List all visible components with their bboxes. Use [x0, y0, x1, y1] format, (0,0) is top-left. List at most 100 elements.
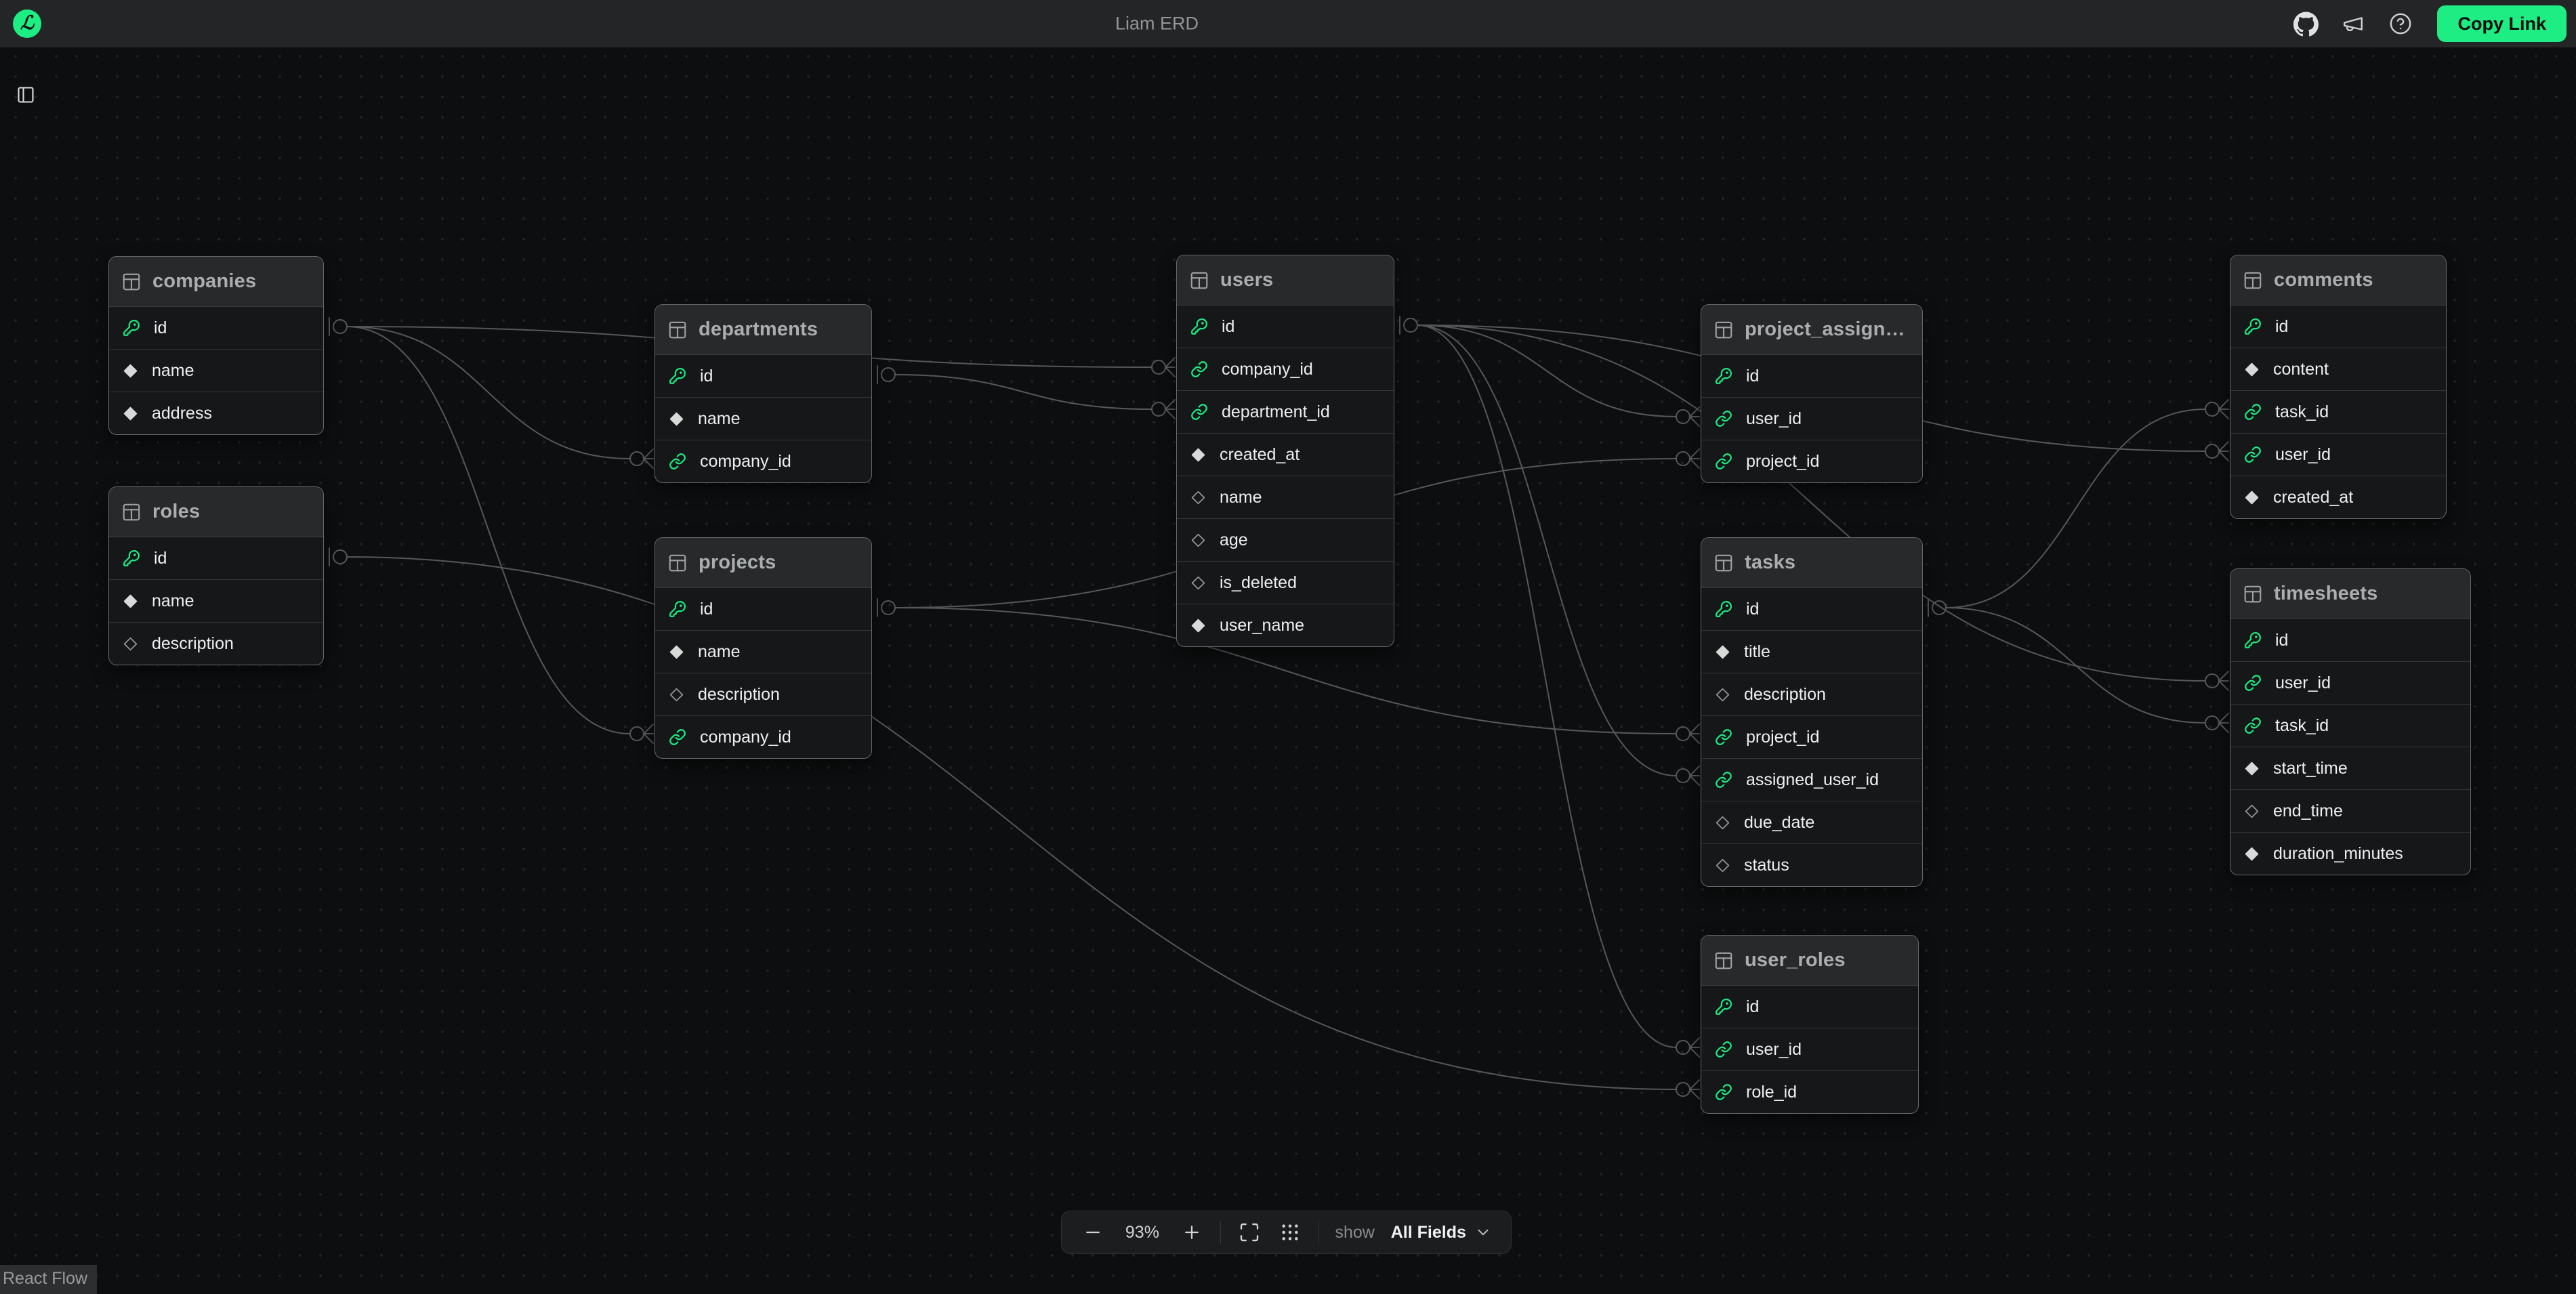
table-header[interactable]: users: [1177, 255, 1394, 306]
field-row-user_roles-user_id[interactable]: user_id: [1701, 1028, 1918, 1070]
field-row-companies-name[interactable]: name: [109, 349, 323, 392]
field-name: created_at: [2273, 488, 2353, 507]
not-null-icon: [123, 406, 138, 421]
field-row-projects-description[interactable]: description: [655, 673, 871, 715]
field-row-users-user_name[interactable]: user_name: [1177, 604, 1394, 646]
nullable-icon: [1190, 533, 1206, 548]
field-row-projects-name[interactable]: name: [655, 630, 871, 673]
table-node-companies[interactable]: companiesid name address: [108, 256, 324, 435]
field-row-users-id[interactable]: id: [1177, 306, 1394, 348]
field-row-timesheets-id[interactable]: id: [2230, 619, 2470, 661]
table-node-users[interactable]: users id company_iddepartment_idcreated_at…: [1176, 255, 1394, 647]
nullable-icon: [1715, 815, 1730, 831]
tidy-up-button[interactable]: [1278, 1220, 1302, 1245]
field-row-users-created_at[interactable]: created_at: [1177, 433, 1394, 476]
zoom-in-button[interactable]: [1180, 1220, 1204, 1245]
erd-canvas[interactable]: companiesidnameaddressrolesidnamedescrip…: [0, 0, 2576, 1294]
table-node-projects[interactable]: projectsidnamedescriptioncompany_id: [655, 537, 872, 759]
field-name: id: [1746, 997, 1759, 1017]
field-row-departments-company_id[interactable]: company_id: [655, 440, 871, 482]
table-header[interactable]: projects: [655, 538, 871, 588]
react-flow-attribution[interactable]: React Flow: [0, 1265, 97, 1294]
panel-left-icon: [16, 85, 35, 104]
field-row-users-department_id[interactable]: department_id: [1177, 390, 1394, 433]
table-name: roles: [152, 501, 311, 523]
field-row-tasks-id[interactable]: id: [1701, 588, 1922, 630]
field-row-tasks-assigned_user_id[interactable]: assigned_user_id: [1701, 758, 1922, 801]
field-row-users-is_deleted[interactable]: is_deleted: [1177, 561, 1394, 604]
field-name: project_id: [1746, 728, 1819, 747]
field-name: id: [2275, 631, 2288, 650]
field-row-user_roles-role_id[interactable]: role_id: [1701, 1070, 1918, 1113]
table-header[interactable]: departments: [655, 305, 871, 355]
field-row-tasks-description[interactable]: description: [1701, 673, 1922, 715]
table-header[interactable]: roles: [109, 487, 323, 537]
field-name: description: [1744, 685, 1826, 705]
table-header[interactable]: timesheets: [2230, 569, 2470, 619]
field-row-project_assignments-id[interactable]: id: [1701, 355, 1922, 397]
table-header[interactable]: project_assignments: [1701, 305, 1922, 355]
field-row-users-name[interactable]: name: [1177, 476, 1394, 518]
field-row-users-age[interactable]: age: [1177, 518, 1394, 561]
field-row-roles-name[interactable]: name: [109, 579, 323, 622]
field-row-companies-id[interactable]: id: [109, 307, 323, 349]
field-name: assigned_user_id: [1746, 770, 1879, 790]
table-header[interactable]: user_roles: [1701, 936, 1918, 986]
toolbar-divider: [1318, 1221, 1319, 1244]
field-row-comments-task_id[interactable]: task_id: [2230, 390, 2446, 433]
field-row-tasks-project_id[interactable]: project_id: [1701, 715, 1922, 758]
fit-view-button[interactable]: [1237, 1220, 1262, 1245]
copy-link-button[interactable]: Copy Link: [2437, 5, 2567, 42]
field-row-comments-user_id[interactable]: user_id: [2230, 433, 2446, 476]
field-row-companies-address[interactable]: address: [109, 392, 323, 434]
primary-key-icon: [1715, 998, 1732, 1016]
field-name: user_id: [2275, 445, 2331, 465]
field-name: id: [1222, 317, 1234, 337]
field-row-comments-content[interactable]: content: [2230, 348, 2446, 390]
table-node-timesheets[interactable]: timesheets id user_idtask_idstart_timeend_…: [2230, 568, 2471, 875]
help-button[interactable]: [2387, 10, 2414, 37]
field-row-roles-description[interactable]: description: [109, 622, 323, 665]
field-row-user_roles-id[interactable]: id: [1701, 986, 1918, 1028]
field-row-comments-created_at[interactable]: created_at: [2230, 476, 2446, 518]
table-node-departments[interactable]: departmentsidnamecompany_id: [655, 304, 872, 483]
foreign-key-icon: [2244, 446, 2262, 463]
field-name: user_id: [1746, 1040, 1802, 1060]
table-name: project_assignments: [1745, 318, 1910, 341]
field-row-tasks-title[interactable]: title: [1701, 630, 1922, 673]
liam-logo[interactable]: ℒ: [13, 9, 41, 38]
field-name: name: [152, 361, 194, 381]
field-row-tasks-due_date[interactable]: due_date: [1701, 801, 1922, 843]
field-row-departments-name[interactable]: name: [655, 397, 871, 440]
table-node-comments[interactable]: commentsidcontenttask_id user_id created_a…: [2230, 255, 2447, 519]
table-node-tasks[interactable]: tasksidtitle description project_idassigne…: [1701, 537, 1923, 887]
field-row-comments-id[interactable]: id: [2230, 306, 2446, 348]
field-row-project_assignments-user_id[interactable]: user_id: [1701, 397, 1922, 440]
zoom-out-button[interactable]: [1081, 1220, 1105, 1245]
megaphone-icon: [2342, 12, 2365, 35]
table-header[interactable]: companies: [109, 257, 323, 307]
field-row-roles-id[interactable]: id: [109, 537, 323, 579]
field-row-project_assignments-project_id[interactable]: project_id: [1701, 440, 1922, 482]
field-row-timesheets-task_id[interactable]: task_id: [2230, 704, 2470, 747]
field-row-projects-id[interactable]: id: [655, 588, 871, 630]
field-row-users-company_id[interactable]: company_id: [1177, 348, 1394, 390]
table-header[interactable]: tasks: [1701, 538, 1922, 588]
table-name: user_roles: [1745, 949, 1906, 972]
table-node-roles[interactable]: roles idnamedescription: [108, 486, 324, 665]
field-row-timesheets-start_time[interactable]: start_time: [2230, 747, 2470, 789]
field-row-departments-id[interactable]: id: [655, 355, 871, 397]
fields-filter-dropdown[interactable]: All Fields: [1391, 1223, 1492, 1243]
sidebar-toggle-button[interactable]: [11, 80, 41, 110]
table-node-project_assignments[interactable]: project_assignmentsiduser_idproject_id: [1701, 304, 1923, 483]
table-header[interactable]: comments: [2230, 255, 2446, 306]
table-node-user_roles[interactable]: user_rolesid user_id role_id: [1701, 935, 1919, 1114]
field-row-timesheets-user_id[interactable]: user_id: [2230, 661, 2470, 704]
field-row-projects-company_id[interactable]: company_id: [655, 715, 871, 758]
github-button[interactable]: [2292, 10, 2319, 37]
field-row-tasks-status[interactable]: status: [1701, 843, 1922, 886]
show-label: show: [1335, 1223, 1374, 1243]
field-row-timesheets-end_time[interactable]: end_time: [2230, 789, 2470, 832]
announcements-button[interactable]: [2340, 10, 2367, 37]
field-row-timesheets-duration_minutes[interactable]: duration_minutes: [2230, 832, 2470, 875]
